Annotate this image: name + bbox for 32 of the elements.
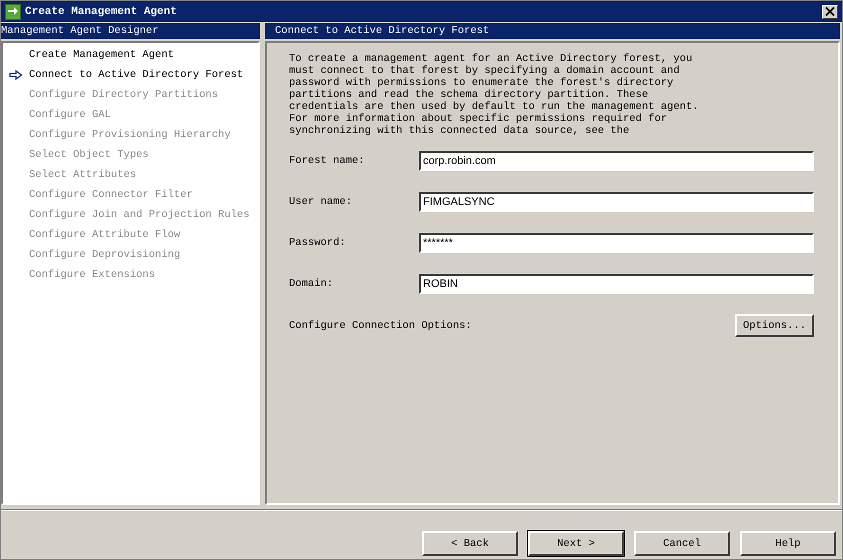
sidebar-header: Management Agent Designer <box>1 23 260 39</box>
step-item: Configure Provisioning Hierarchy <box>29 129 231 141</box>
description-text: To create a management agent for an Active Directory forest, you must connect to that forest by specifying a domain account and password with permissions to enumerate the forest's directory partitions and read the schema directory partition. These credentials are then used by default to run the management agent. For more information about specific permissions required for synchronizing with this connected data source, see the <box>289 53 700 137</box>
input-field[interactable]: corp.robin.com <box>419 151 814 171</box>
step-item: Configure GAL <box>29 109 111 121</box>
field-label: Domain: <box>289 278 334 290</box>
step-item: Select Attributes <box>29 169 136 181</box>
field-label: Password: <box>289 237 347 249</box>
step-item: Configure Attribute Flow <box>29 229 180 241</box>
step-item: Configure Directory Partitions <box>29 89 218 101</box>
options-label: Configure Connection Options: <box>289 320 472 332</box>
step-item[interactable]: Create Management Agent <box>29 49 174 61</box>
wizard-button[interactable]: Help <box>740 531 836 556</box>
field-label: User name: <box>289 196 354 208</box>
step-item: Select Object Types <box>29 149 149 161</box>
input-field[interactable]: FIMGALSYNC <box>419 192 814 212</box>
options-button[interactable]: Options... <box>734 314 814 337</box>
window-title: Create Management Agent <box>25 6 177 18</box>
wizard-button[interactable]: Cancel <box>634 531 730 556</box>
page-header: Connect to Active Directory Forest <box>265 23 840 39</box>
step-item: Configure Connector Filter <box>29 189 193 201</box>
step-item: Configure Extensions <box>29 269 156 281</box>
step-item: Configure Deprovisioning <box>29 249 180 261</box>
close-button[interactable] <box>822 4 838 18</box>
app-icon <box>5 4 21 20</box>
step-item[interactable]: Connect to Active Directory Forest <box>29 69 244 81</box>
step-item: Configure Join and Projection Rules <box>29 209 250 221</box>
wizard-button[interactable]: Next > <box>528 531 624 556</box>
field-label: Forest name: <box>289 155 366 167</box>
input-field[interactable]: ROBIN <box>419 274 814 294</box>
input-field[interactable]: ******* <box>419 233 814 253</box>
wizard-button[interactable]: < Back <box>422 531 518 556</box>
